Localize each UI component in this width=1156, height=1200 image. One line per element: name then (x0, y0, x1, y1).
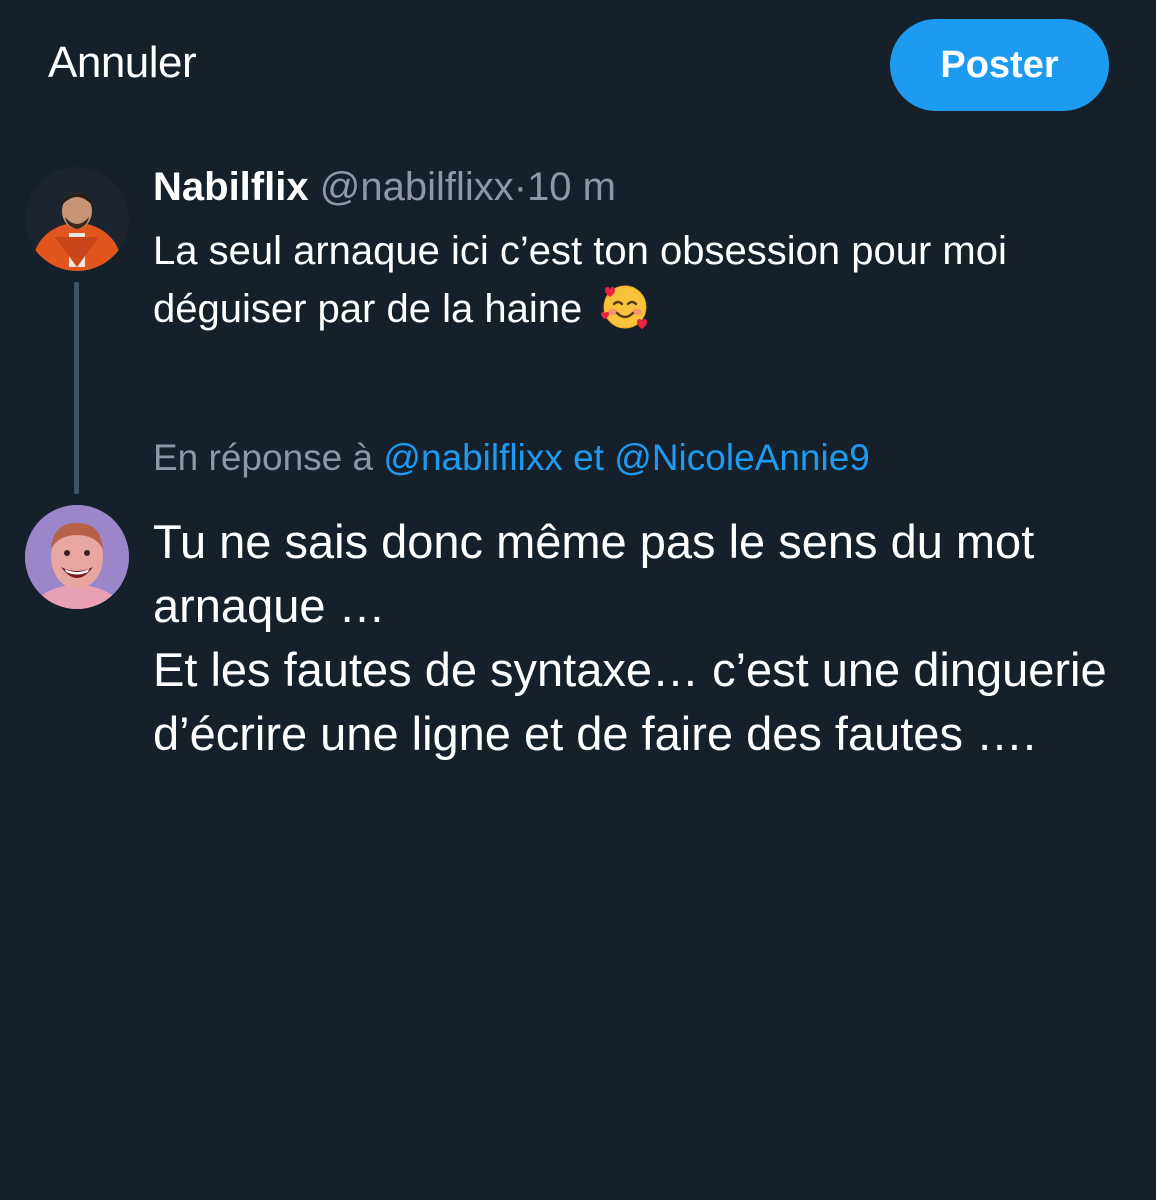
reply-context: En réponse à @nabilflixx et @NicoleAnnie… (153, 437, 870, 479)
mention-link-2[interactable]: @NicoleAnnie9 (614, 437, 870, 478)
original-tweet-body: La seul arnaque ici c’est ton obsession … (153, 229, 1007, 331)
original-tweet-header: Nabilflix @nabilflixx·10 m (153, 165, 616, 210)
compose-line-1: Tu ne sais donc même pas le sens du mot … (153, 515, 1035, 632)
compose-line-2: Et les fautes de syntaxe… c’est une ding… (153, 643, 1107, 760)
author-handle[interactable]: @nabilflixx (320, 165, 514, 209)
author-display-name[interactable]: Nabilflix (153, 165, 309, 209)
avatar-photo-icon (25, 167, 129, 271)
mention-link-1[interactable]: @nabilflixx (383, 437, 562, 478)
original-tweet-text: La seul arnaque ici c’est ton obsession … (153, 222, 1133, 338)
original-author-avatar[interactable] (25, 167, 129, 271)
header-separator: · (513, 165, 528, 209)
compose-top-bar: Annuler Poster (0, 0, 1156, 130)
tweet-timestamp: 10 m (527, 165, 616, 209)
composer-avatar[interactable] (25, 505, 129, 609)
mention-conjunction[interactable]: et (573, 437, 604, 478)
reply-context-prefix: En réponse à (153, 437, 374, 478)
thread-connector-line (74, 282, 79, 494)
avatar-photo-icon (25, 505, 129, 609)
cancel-button[interactable]: Annuler (48, 38, 197, 88)
smiling-face-with-hearts-icon (601, 285, 648, 329)
reply-compose-textarea[interactable]: Tu ne sais donc même pas le sens du mot … (153, 510, 1133, 766)
post-button[interactable]: Poster (890, 19, 1109, 111)
